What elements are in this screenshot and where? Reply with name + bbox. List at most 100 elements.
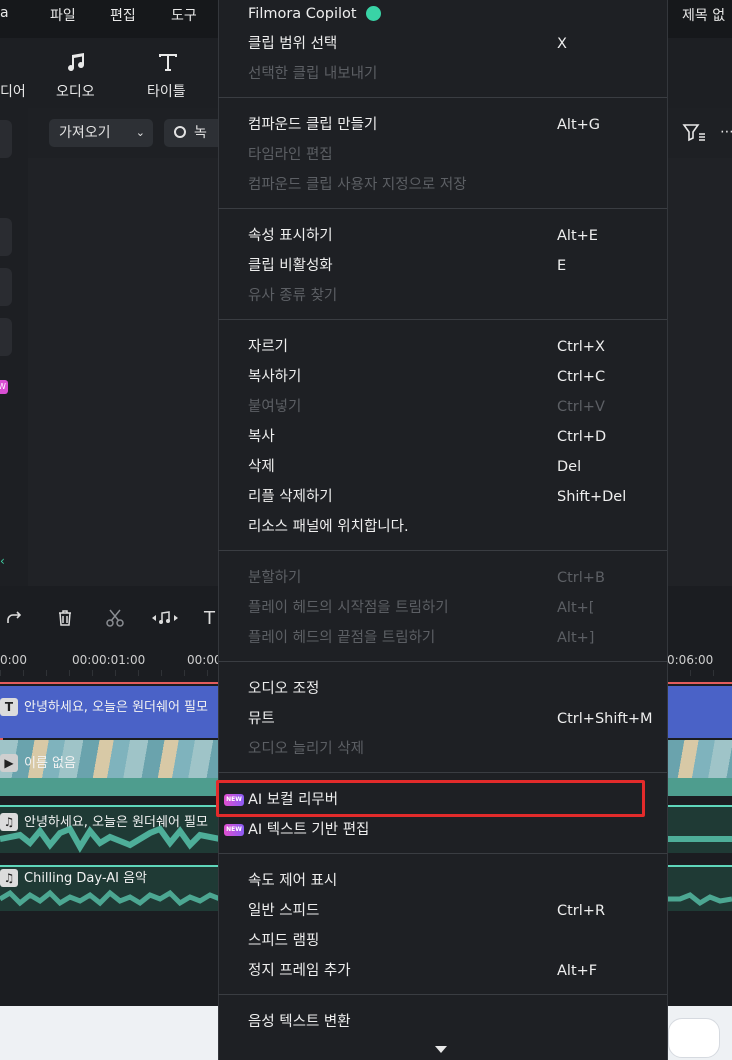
menu-item-shortcut: E [557, 258, 567, 274]
project-title: 제목 없 [682, 8, 726, 24]
menu-item-label: 오디오 조정 [248, 681, 320, 697]
cut-scissors-icon[interactable] [105, 608, 125, 628]
more-icon[interactable]: ⋯ [720, 124, 732, 140]
menu-item-3-5[interactable]: 리플 삭제하기 Shift+Del [248, 485, 648, 509]
menu-item-label: 음성 텍스트 변환 [248, 1014, 351, 1030]
audio-stretch-icon[interactable] [150, 608, 180, 628]
left-panel-item[interactable] [0, 120, 12, 158]
left-panel-item[interactable] [0, 268, 12, 306]
music-clip-icon: ♫ [0, 869, 18, 887]
menu-item-label: 복사 [248, 429, 275, 445]
menu-item-3-0[interactable]: 자르기 Ctrl+X [248, 335, 648, 359]
menu-item-3-3[interactable]: 복사 Ctrl+D [248, 425, 648, 449]
menu-item-0-2: 선택한 클립 내보내기 [248, 62, 648, 86]
menu-item-label: 붙여넣기 [248, 399, 302, 415]
menu-item-label: 스피드 램핑 [248, 933, 320, 949]
menu-item-1-2: 컴파운드 클립 사용자 지정으로 저장 [248, 173, 648, 197]
menu-separator [218, 319, 667, 320]
menu-item-label: 클립 범위 선택 [248, 36, 338, 52]
menu-item-5-0[interactable]: 오디오 조정 [248, 677, 648, 701]
menu-item-shortcut: Ctrl+R [557, 903, 606, 919]
context-menu-items: Filmora Copilot 클립 범위 선택 X 선택한 클립 내보내기컴파운드 … [218, 0, 668, 1060]
menu-item-2-1[interactable]: 클립 비활성화 E [248, 254, 648, 278]
music-note-icon[interactable] [66, 50, 90, 74]
menu-item-label: 타임라인 편집 [248, 147, 333, 163]
menu-file[interactable]: 파일 [50, 5, 76, 25]
menu-edit[interactable]: 편집 [110, 5, 136, 25]
import-dropdown[interactable]: 가져오기 ⌄ [49, 119, 153, 147]
menu-item-7-3[interactable]: 정지 프레임 추가 Alt+F [248, 959, 648, 983]
tab-media-label[interactable]: 디어 [0, 81, 26, 101]
menu-fragment-left[interactable]: a [0, 5, 9, 21]
menu-item-6-1[interactable]: NEW AI 텍스트 기반 편집 [224, 818, 648, 842]
menu-item-label: 리소스 패널에 위치합니다. [248, 519, 409, 535]
menu-item-label: 분할하기 [248, 570, 302, 586]
menu-item-shortcut: Ctrl+X [557, 339, 605, 355]
tab-titles-label[interactable]: 타이틀 [147, 81, 186, 101]
record-button[interactable]: 녹 [164, 119, 224, 147]
menu-item-3-6[interactable]: 리소스 패널에 위치합니다. [248, 515, 648, 539]
menu-item-shortcut: Alt+G [557, 117, 601, 133]
menu-item-0-0[interactable]: Filmora Copilot [248, 2, 648, 26]
menu-item-1-0[interactable]: 컴파운드 클립 만들기 Alt+G [248, 113, 648, 137]
menu-item-shortcut: Ctrl+D [557, 429, 607, 445]
menu-item-5-2: 오디오 늘리기 삭제 [248, 737, 648, 761]
menu-item-5-1[interactable]: 뮤트 Ctrl+Shift+M [248, 707, 653, 731]
menu-item-7-2[interactable]: 스피드 램핑 [248, 929, 648, 953]
menu-item-label: 선택한 클립 내보내기 [248, 66, 378, 82]
menu-item-shortcut: Ctrl+B [557, 570, 605, 586]
menu-item-label: 오디오 늘리기 삭제 [248, 741, 364, 757]
menu-item-4-2: 플레이 헤드의 끝점을 트림하기 Alt+] [248, 626, 648, 650]
menu-item-shortcut: Ctrl+Shift+M [557, 711, 653, 727]
left-panel-item[interactable] [0, 218, 12, 256]
menu-item-label: 컴파운드 클립 사용자 지정으로 저장 [248, 177, 467, 193]
tab-audio-label[interactable]: 오디오 [56, 81, 95, 101]
menu-item-2-2: 유사 종류 찾기 [248, 284, 648, 308]
menu-item-7-0[interactable]: 속도 제어 표시 [248, 869, 648, 893]
menu-item-shortcut: Alt+E [557, 228, 598, 244]
left-panel: W ‹ [0, 108, 28, 586]
menu-item-label: 유사 종류 찾기 [248, 288, 338, 304]
menu-separator [218, 208, 667, 209]
music-clip-label: Chilling Day-AI 음악 [24, 871, 148, 886]
menu-tools[interactable]: 도구 [171, 5, 197, 25]
menu-item-3-1[interactable]: 복사하기 Ctrl+C [248, 365, 648, 389]
delete-icon[interactable] [55, 608, 75, 628]
ruler-time: 00:00 [187, 653, 222, 667]
menu-item-4-0: 분할하기 Ctrl+B [248, 566, 648, 590]
text-tool-icon[interactable]: T [204, 608, 218, 629]
filmora-window: a 파일 편집 도구 제목 없 디어 오디오 타이틀 W ‹ 가져오기 ⌄ 녹 [0, 0, 732, 1060]
menu-item-3-4[interactable]: 삭제 Del [248, 455, 648, 479]
menu-item-shortcut: Del [557, 459, 582, 475]
menu-separator [218, 853, 667, 854]
record-icon [174, 126, 186, 138]
menu-item-4-1: 플레이 헤드의 시작점을 트림하기 Alt+[ [248, 596, 648, 620]
menu-separator [218, 772, 667, 773]
menu-item-shortcut: Alt+F [557, 963, 598, 979]
title-clip-t-icon: T [0, 698, 18, 716]
import-label: 가져오기 [59, 125, 111, 141]
title-clip-label: 안녕하세요, 오늘은 원더쉐어 필모 [24, 700, 208, 715]
menu-item-8-0[interactable]: 음성 텍스트 변환 [248, 1010, 648, 1034]
menu-separator [218, 994, 667, 995]
scroll-down-arrow-icon[interactable] [434, 1040, 448, 1053]
menu-item-7-1[interactable]: 일반 스피드 Ctrl+R [248, 899, 648, 923]
menu-item-shortcut: Shift+Del [557, 489, 627, 505]
menu-item-3-2: 붙여넣기 Ctrl+V [248, 395, 648, 419]
menu-item-2-0[interactable]: 속성 표시하기 Alt+E [248, 224, 648, 248]
menu-separator [218, 97, 667, 98]
collapse-icon[interactable]: ‹ [0, 554, 10, 568]
menu-item-label: 리플 삭제하기 [248, 489, 333, 505]
bottom-input-box[interactable] [668, 1018, 720, 1058]
menu-separator [218, 661, 667, 662]
redo-icon[interactable] [4, 608, 24, 628]
left-panel-item[interactable] [0, 318, 12, 356]
menu-item-shortcut: X [557, 36, 567, 52]
menu-item-shortcut: Alt+[ [557, 600, 595, 616]
filter-icon[interactable] [682, 122, 706, 144]
menu-separator [218, 550, 667, 551]
ruler-time: 00:00:01:00 [72, 653, 146, 667]
title-t-icon[interactable] [156, 50, 180, 74]
copilot-icon [366, 6, 381, 21]
menu-item-0-1[interactable]: 클립 범위 선택 X [248, 32, 648, 56]
